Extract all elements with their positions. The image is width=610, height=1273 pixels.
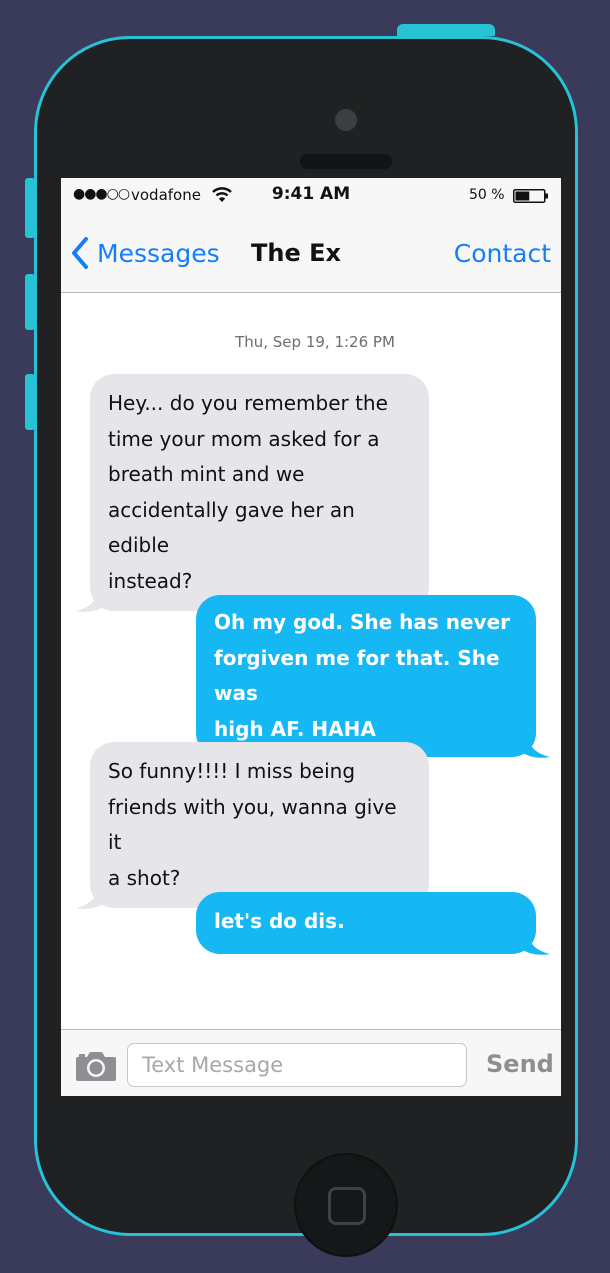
message-line: So funny!!!! I miss being xyxy=(108,759,356,783)
message-timestamp: Thu, Sep 19, 1:26 PM xyxy=(235,333,395,351)
front-camera xyxy=(335,109,357,131)
bubble-tail xyxy=(520,733,550,758)
home-button[interactable] xyxy=(294,1153,398,1257)
message-line: Oh my god. She has never xyxy=(214,610,511,634)
status-bar: ●●●○○ vodafone 9:41 AM 50 % xyxy=(61,178,561,214)
message-bubble-incoming[interactable]: Hey... do you remember the time your mom… xyxy=(76,374,429,612)
bubble-tail xyxy=(76,587,106,612)
message-line: forgiven me for that. She was xyxy=(214,645,500,706)
message-bubble-incoming[interactable]: So funny!!!! I miss being friends with y… xyxy=(76,742,429,909)
send-button[interactable]: Send xyxy=(486,1050,554,1078)
power-button xyxy=(397,24,495,36)
message-bubble-outgoing[interactable]: let's do dis. xyxy=(196,892,550,955)
message-line: time your mom asked for a xyxy=(108,426,380,451)
camera-icon[interactable] xyxy=(75,1050,117,1082)
bubble-tail xyxy=(76,884,106,909)
message-line: let's do dis. xyxy=(214,909,345,933)
contact-button[interactable]: Contact xyxy=(454,239,551,268)
message-input-bar: Send xyxy=(61,1029,561,1096)
earpiece-speaker xyxy=(300,154,392,169)
message-bubble-outgoing[interactable]: Oh my god. She has never forgiven me for… xyxy=(196,595,550,758)
message-line: Hey... do you remember the xyxy=(108,391,388,415)
message-line: accidentally gave her an edible xyxy=(108,497,355,558)
battery-icon xyxy=(513,189,548,203)
message-line: a shot? xyxy=(108,865,181,890)
message-line: instead? xyxy=(108,568,193,593)
battery-percent: 50 % xyxy=(469,187,505,203)
message-line: breath mint and we xyxy=(108,462,305,486)
message-line: friends with you, wanna give it xyxy=(108,794,397,855)
nav-bar: Messages The Ex Contact xyxy=(61,214,561,293)
phone-screen: ●●●○○ vodafone 9:41 AM 50 % Messages The… xyxy=(61,178,561,1096)
text-message-input[interactable] xyxy=(127,1043,467,1087)
bubble-tail xyxy=(520,929,550,955)
home-button-icon xyxy=(328,1187,366,1225)
